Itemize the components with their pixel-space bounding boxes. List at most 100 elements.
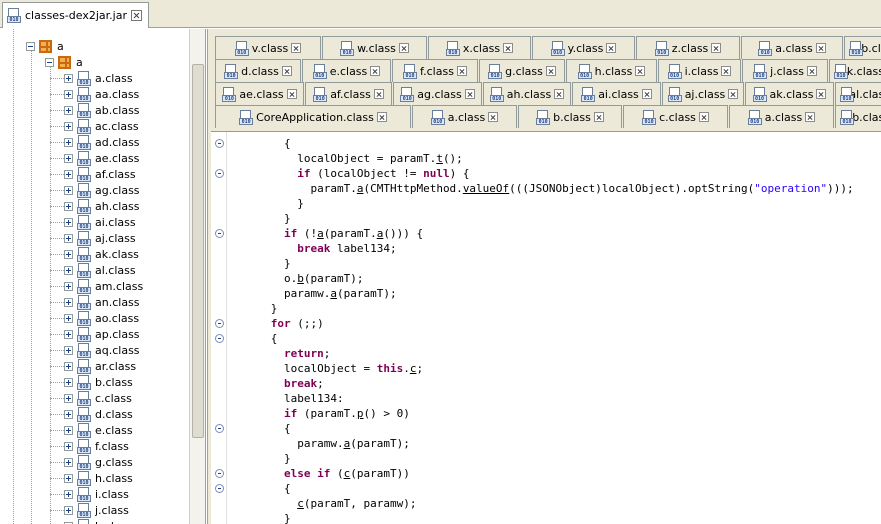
tree-item-class[interactable]: 010 ag.class — [64, 182, 140, 198]
tree-item-class[interactable]: 010 ah.class — [64, 198, 140, 214]
code-line[interactable]: paramw.a(paramT); — [231, 436, 410, 451]
close-icon[interactable] — [488, 112, 499, 122]
fold-toggle-icon[interactable] — [215, 169, 224, 178]
expand-icon[interactable] — [64, 169, 73, 179]
code-line[interactable]: label134: — [231, 391, 344, 406]
expand-icon[interactable] — [64, 153, 73, 163]
expand-icon[interactable] — [64, 121, 73, 131]
class-tab[interactable]: 010 af.class — [305, 82, 392, 105]
tree-item-class[interactable]: 010 ar.class — [64, 358, 136, 374]
class-tab[interactable]: 010 ai.class — [572, 82, 661, 105]
close-icon[interactable] — [456, 66, 467, 76]
expand-icon[interactable] — [64, 217, 73, 227]
code-line[interactable]: } — [231, 511, 291, 524]
code-editor[interactable]: { localObject = paramT.t(); if (localObj… — [211, 131, 881, 524]
tree-item-class[interactable]: 010 j.class — [64, 502, 129, 518]
class-tab[interactable]: 010 ag.class — [393, 82, 482, 105]
class-tab[interactable]: 010 e.class — [302, 59, 391, 82]
tree-scrollbar[interactable] — [189, 29, 205, 524]
tree-item-class[interactable]: 010 e.class — [64, 422, 133, 438]
code-line[interactable]: break; — [231, 376, 324, 391]
close-icon[interactable] — [806, 66, 817, 76]
code-line[interactable]: if (!a(paramT.a())) { — [231, 226, 423, 241]
class-tab[interactable]: 010 y.class — [532, 36, 635, 59]
tree-item-class[interactable]: 010 aa.class — [64, 86, 139, 102]
tree-node-package[interactable]: a — [45, 54, 83, 70]
code-line[interactable]: paramw.a(paramT); — [231, 286, 397, 301]
code-line[interactable]: { — [231, 136, 291, 151]
tree-item-class[interactable]: 010 an.class — [64, 294, 140, 310]
code-line[interactable]: return; — [231, 346, 330, 361]
fold-toggle-icon[interactable] — [215, 469, 224, 478]
class-tab[interactable]: 010 i.class — [658, 59, 741, 82]
class-tab[interactable]: 010 a.class — [412, 105, 517, 128]
fold-toggle-icon[interactable] — [215, 229, 224, 238]
tree-item-class[interactable]: 010 b.class — [64, 374, 133, 390]
close-icon[interactable] — [698, 112, 709, 122]
close-icon[interactable] — [464, 89, 475, 99]
class-tab[interactable]: 010 j.class — [742, 59, 828, 82]
code-line[interactable]: for (;;) — [231, 316, 324, 331]
class-tab[interactable]: 010b.class — [518, 105, 622, 128]
expand-icon[interactable] — [64, 185, 73, 195]
close-icon[interactable] — [376, 112, 387, 122]
class-tab[interactable]: 010 f.class — [392, 59, 478, 82]
class-tab[interactable]: 010 aj.class — [662, 82, 744, 105]
tree-item-class[interactable]: 010 ae.class — [64, 150, 139, 166]
code-line[interactable]: c(paramT, paramw); — [231, 496, 416, 511]
close-icon[interactable] — [281, 66, 292, 76]
tree-item-class[interactable]: 010 d.class — [64, 406, 133, 422]
tree-item-class[interactable]: 010 am.class — [64, 278, 143, 294]
tree-scrollbar-thumb[interactable] — [192, 64, 204, 438]
tree-item-class[interactable]: 010 al.class — [64, 262, 136, 278]
fold-toggle-icon[interactable] — [215, 424, 224, 433]
class-tab[interactable]: 010 CoreApplication.class — [215, 105, 411, 128]
close-icon[interactable] — [816, 89, 827, 99]
tree-item-class[interactable]: 010 c.class — [64, 390, 132, 406]
tree-item-class[interactable]: 010 ai.class — [64, 214, 136, 230]
code-line[interactable]: localObject = paramT.t(); — [231, 151, 463, 166]
expand-icon[interactable] — [64, 329, 73, 339]
class-tab[interactable]: 010 z.class — [636, 36, 740, 59]
close-icon[interactable] — [721, 66, 732, 76]
class-tab[interactable]: 010 g.class — [479, 59, 565, 82]
tree-item-class[interactable]: 010 f.class — [64, 438, 129, 454]
class-tab[interactable]: 010b.class — [844, 36, 881, 59]
expand-icon[interactable] — [64, 377, 73, 387]
close-icon[interactable] — [503, 43, 514, 53]
tree-node-root[interactable]: a — [26, 38, 64, 54]
expand-icon[interactable] — [64, 345, 73, 355]
class-tab[interactable]: 010al.class — [835, 82, 881, 105]
expand-icon[interactable] — [64, 425, 73, 435]
code-line[interactable]: } — [231, 451, 291, 466]
class-tab[interactable]: 010 v.class — [215, 36, 321, 59]
close-icon[interactable] — [373, 89, 384, 99]
tree-item-class[interactable]: 010 i.class — [64, 486, 129, 502]
expand-icon[interactable] — [64, 281, 73, 291]
class-tab[interactable]: 010 a.class — [729, 105, 834, 128]
class-tab[interactable]: 010 w.class — [322, 36, 427, 59]
expand-icon[interactable] — [64, 457, 73, 467]
class-tab[interactable]: 010b.class — [835, 105, 881, 128]
close-icon[interactable] — [398, 43, 409, 53]
close-icon[interactable] — [545, 66, 556, 76]
class-tab[interactable]: 010 ae.class — [215, 82, 304, 105]
fold-toggle-icon[interactable] — [215, 484, 224, 493]
expand-icon[interactable] — [64, 89, 73, 99]
tree-item-class[interactable]: 010 h.class — [64, 470, 133, 486]
close-icon[interactable] — [130, 10, 142, 21]
code-line[interactable]: { — [231, 331, 278, 346]
code-line[interactable]: break label134; — [231, 241, 396, 256]
close-icon[interactable] — [606, 43, 617, 53]
code-line[interactable]: if (localObject != null) { — [231, 166, 469, 181]
class-tab[interactable]: 010 c.class — [623, 105, 728, 128]
close-icon[interactable] — [554, 89, 565, 99]
expand-icon[interactable] — [64, 473, 73, 483]
class-tab[interactable]: 010 h.class — [566, 59, 657, 82]
close-icon[interactable] — [291, 43, 302, 53]
expand-icon[interactable] — [64, 489, 73, 499]
code-line[interactable]: o.b(paramT); — [231, 271, 364, 286]
expand-icon[interactable] — [64, 73, 73, 83]
tree-item-class[interactable]: 010 ac.class — [64, 118, 139, 134]
expand-icon[interactable] — [64, 313, 73, 323]
